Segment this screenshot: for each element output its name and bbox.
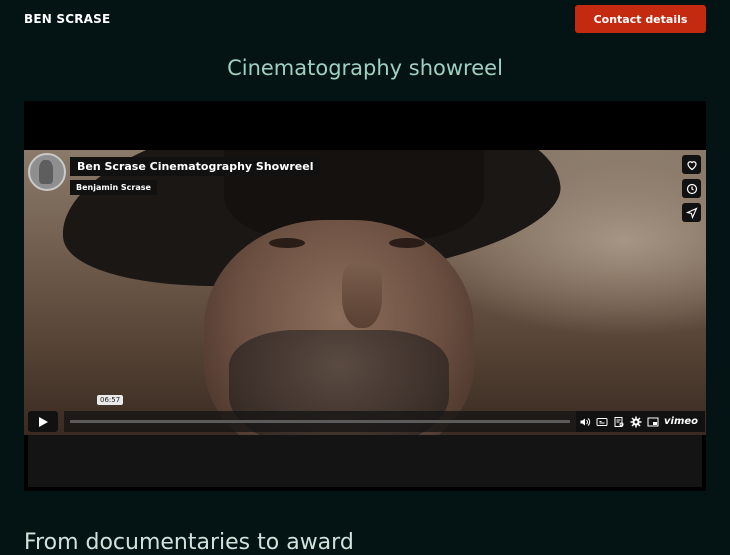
play-icon [39, 416, 48, 427]
video-timeline[interactable]: 06:57 [64, 395, 576, 432]
vimeo-logo[interactable]: vimeo [664, 416, 698, 427]
captions-icon[interactable] [596, 416, 608, 428]
site-header: BEN SCRASE Contact details [0, 0, 730, 40]
video-still-eye [269, 238, 305, 248]
contact-details-button[interactable]: Contact details [575, 5, 706, 33]
timeline-track[interactable] [70, 420, 570, 423]
pip-icon[interactable] [647, 416, 659, 428]
video-lower-area [28, 435, 702, 487]
time-tooltip: 06:57 [97, 395, 124, 405]
section-heading: From documentaries to award [24, 530, 354, 555]
video-embed[interactable]: Ben Scrase Cinematography Showreel Benja… [24, 101, 706, 491]
transcript-icon[interactable] [613, 416, 625, 428]
like-button[interactable] [682, 155, 701, 174]
settings-icon[interactable] [630, 416, 642, 428]
play-button[interactable] [28, 411, 58, 432]
video-side-actions [682, 155, 701, 227]
site-logo[interactable]: BEN SCRASE [24, 12, 110, 26]
share-button[interactable] [682, 203, 701, 222]
heart-icon [686, 160, 697, 170]
video-controls: 06:57 vimeo [28, 395, 705, 433]
share-icon [685, 206, 698, 219]
watch-later-button[interactable] [682, 179, 701, 198]
video-still-eye [389, 238, 425, 248]
player-right-controls: vimeo [576, 411, 705, 432]
author-avatar[interactable] [28, 153, 66, 191]
clock-icon [686, 183, 697, 194]
page-title: Cinematography showreel [227, 56, 503, 80]
volume-icon[interactable] [579, 416, 591, 428]
video-title[interactable]: Ben Scrase Cinematography Showreel [70, 157, 321, 176]
video-author[interactable]: Benjamin Scrase [70, 180, 157, 195]
video-still-nose [342, 262, 382, 328]
